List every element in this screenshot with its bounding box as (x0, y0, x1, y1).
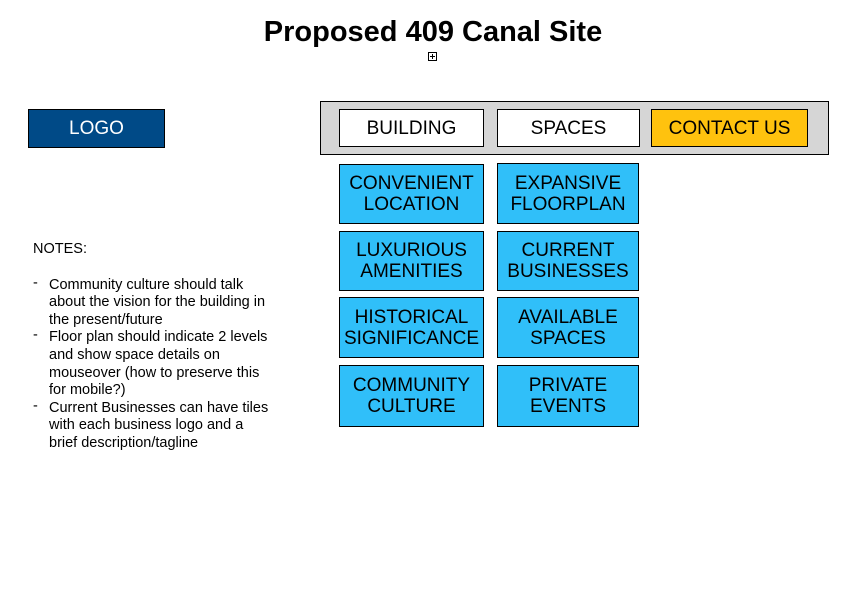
note-item: - Current Businesses can have tiles with… (33, 397, 273, 453)
notes-heading: NOTES: (33, 241, 87, 257)
nav-contact-us-button[interactable]: CONTACT US (651, 109, 808, 147)
note-item: - Floor plan should indicate 2 levels an… (33, 327, 273, 399)
nav-building-button[interactable]: BUILDING (339, 109, 484, 147)
expand-plus-icon[interactable] (428, 52, 437, 61)
tile-convenient-location[interactable]: CONVENIENT LOCATION (339, 164, 484, 224)
notes-panel: NOTES: - Community culture should talk a… (33, 241, 273, 453)
tile-expansive-floorplan[interactable]: EXPANSIVE FLOORPLAN (497, 163, 639, 224)
note-dash: - (33, 274, 38, 291)
note-dash: - (33, 327, 38, 344)
note-text: Community culture should talk about the … (49, 276, 266, 328)
tile-available-spaces[interactable]: AVAILABLE SPACES (497, 297, 639, 358)
tile-historical-significance[interactable]: HISTORICAL SIGNIFICANCE (339, 297, 484, 358)
tile-private-events[interactable]: PRIVATE EVENTS (497, 365, 639, 427)
note-dash: - (33, 397, 38, 414)
logo[interactable]: LOGO (28, 109, 165, 148)
tile-community-culture[interactable]: COMMUNITY CULTURE (339, 365, 484, 427)
tile-current-businesses[interactable]: CURRENT BUSINESSES (497, 231, 639, 291)
tile-luxurious-amenities[interactable]: LUXURIOUS AMENITIES (339, 231, 484, 291)
note-text: Current Businesses can have tiles with e… (49, 399, 269, 451)
nav-spaces-button[interactable]: SPACES (497, 109, 640, 147)
page-title: Proposed 409 Canal Site (263, 16, 603, 48)
note-item: - Community culture should talk about th… (33, 274, 273, 330)
note-text: Floor plan should indicate 2 levels and … (49, 329, 268, 399)
